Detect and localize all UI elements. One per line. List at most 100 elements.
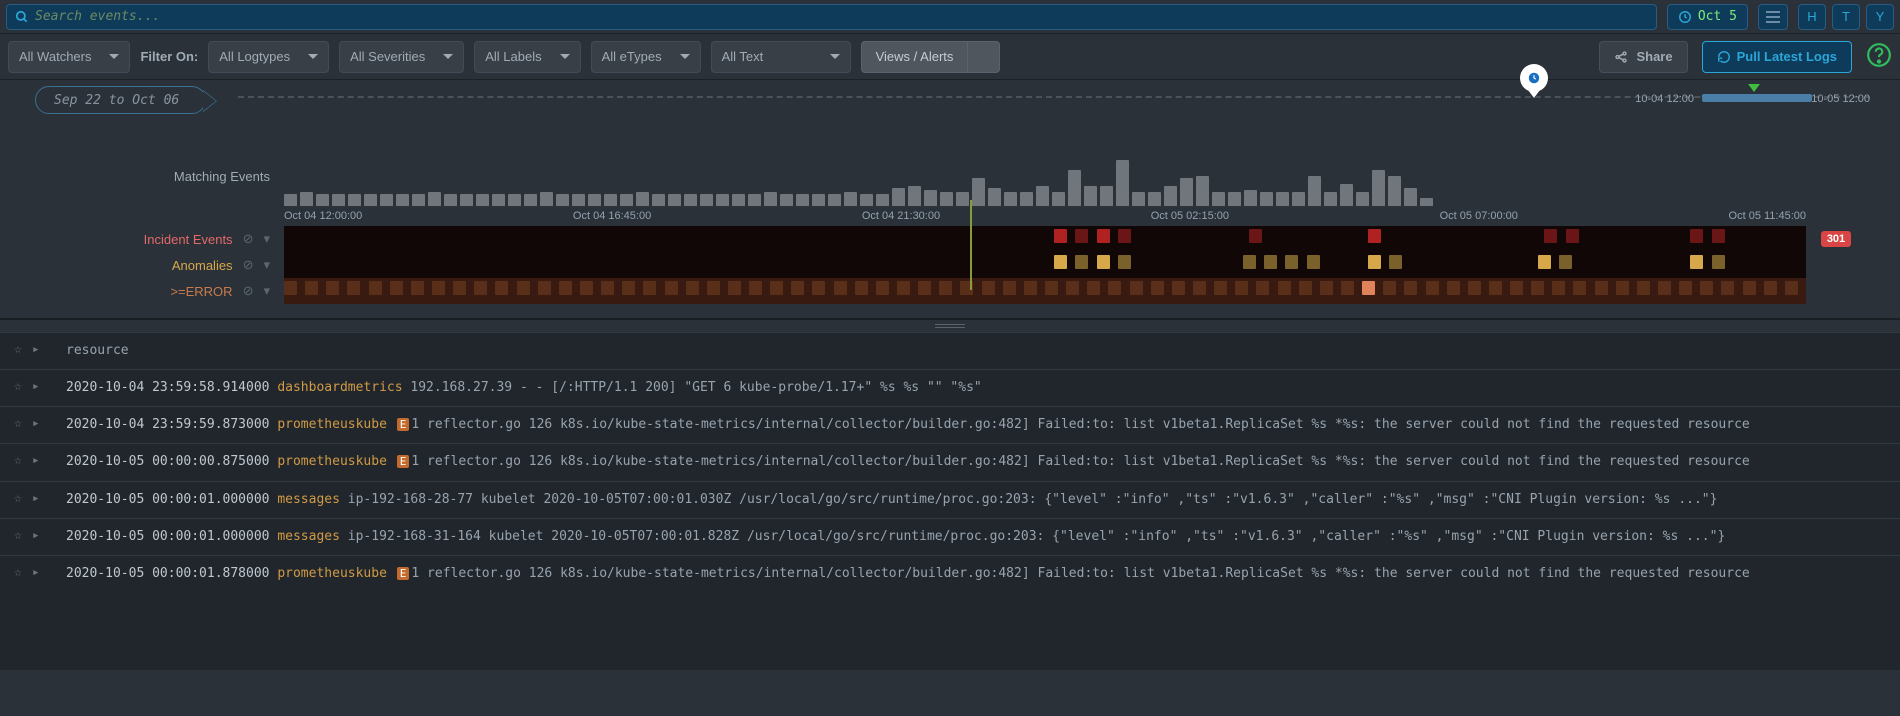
error-cell[interactable] [495, 281, 508, 295]
event-bar[interactable] [412, 194, 425, 206]
event-bar[interactable] [1420, 198, 1433, 206]
views-alerts-caret[interactable] [968, 41, 1000, 73]
filter-icon[interactable]: ▾ [263, 257, 270, 273]
text-select[interactable]: All Text [711, 41, 851, 73]
error-cell[interactable] [369, 281, 382, 295]
error-cell[interactable] [1658, 281, 1671, 295]
event-bar[interactable] [940, 192, 953, 206]
error-cell[interactable] [686, 281, 699, 295]
event-bar[interactable] [380, 194, 393, 206]
event-bar[interactable] [284, 194, 297, 206]
logtypes-select[interactable]: All Logtypes [208, 41, 329, 73]
event-bar[interactable] [1372, 170, 1385, 206]
error-cell[interactable] [517, 281, 530, 295]
event-bar[interactable] [1148, 192, 1161, 206]
incident-cell[interactable] [1544, 229, 1557, 243]
event-bar[interactable] [828, 194, 841, 206]
error-cell[interactable] [1193, 281, 1206, 295]
event-bar[interactable] [700, 194, 713, 206]
event-bar[interactable] [988, 188, 1001, 206]
error-cell[interactable] [1468, 281, 1481, 295]
minimap-track[interactable]: 10-04 12:00 10-05 12:00 [238, 96, 1870, 104]
event-bar[interactable] [1196, 176, 1209, 206]
date-picker[interactable]: Oct 5 [1667, 4, 1748, 30]
error-cell[interactable] [876, 281, 889, 295]
error-track[interactable] [284, 278, 1806, 304]
error-cell[interactable] [1489, 281, 1502, 295]
error-cell[interactable] [390, 281, 403, 295]
error-cell[interactable] [305, 281, 318, 295]
help-button[interactable] [1866, 42, 1892, 71]
expand-icon[interactable]: ▸ [32, 416, 40, 431]
expand-icon[interactable]: ▸ [32, 342, 40, 357]
event-bar[interactable] [1068, 170, 1081, 206]
error-cell[interactable] [1108, 281, 1121, 295]
error-cell[interactable] [453, 281, 466, 295]
anomaly-cell[interactable] [1307, 255, 1320, 269]
event-bar[interactable] [588, 194, 601, 206]
event-bar[interactable] [924, 190, 937, 206]
event-bar[interactable] [1100, 186, 1113, 206]
error-cell[interactable] [1320, 281, 1333, 295]
anomaly-cell[interactable] [1712, 255, 1725, 269]
log-row[interactable]: ☆▸2020-10-05 00:00:01.000000 messages ip… [0, 481, 1900, 518]
error-cell[interactable] [1700, 281, 1713, 295]
event-bar[interactable] [668, 194, 681, 206]
event-bar[interactable] [572, 194, 585, 206]
hint-bubble[interactable] [1520, 64, 1548, 92]
quick-btn-h[interactable]: H [1798, 4, 1826, 30]
event-bar[interactable] [396, 194, 409, 206]
error-cell[interactable] [1510, 281, 1523, 295]
error-cell[interactable] [1235, 281, 1248, 295]
pull-latest-logs-button[interactable]: Pull Latest Logs [1702, 41, 1852, 73]
error-cell[interactable] [580, 281, 593, 295]
anomaly-cell[interactable] [1538, 255, 1551, 269]
incident-cell[interactable] [1712, 229, 1725, 243]
expand-icon[interactable]: ▸ [32, 379, 40, 394]
event-bar[interactable] [1116, 160, 1129, 206]
views-alerts-button[interactable]: Views / Alerts [861, 41, 969, 73]
anomaly-cell[interactable] [1690, 255, 1703, 269]
event-bar[interactable] [1132, 192, 1145, 206]
error-cell[interactable] [1172, 281, 1185, 295]
anomaly-cell[interactable] [1097, 255, 1110, 269]
anomaly-cell[interactable] [1559, 255, 1572, 269]
expand-icon[interactable]: ▸ [32, 528, 40, 543]
error-cell[interactable] [1743, 281, 1756, 295]
event-bar[interactable] [492, 194, 505, 206]
error-cell[interactable] [939, 281, 952, 295]
star-icon[interactable]: ☆ [14, 528, 22, 543]
incident-track[interactable] [284, 226, 1806, 252]
error-cell[interactable] [1256, 281, 1269, 295]
event-bar[interactable] [300, 192, 313, 206]
error-cell[interactable] [326, 281, 339, 295]
error-cell[interactable] [1426, 281, 1439, 295]
anomaly-cell[interactable] [1118, 255, 1131, 269]
severities-select[interactable]: All Severities [339, 41, 464, 73]
event-bar[interactable] [1244, 190, 1257, 206]
event-bar[interactable] [1324, 192, 1337, 206]
error-cell[interactable] [1404, 281, 1417, 295]
event-bar[interactable] [716, 194, 729, 206]
incident-cell[interactable] [1097, 229, 1110, 243]
error-cell[interactable] [559, 281, 572, 295]
event-bar[interactable] [508, 194, 521, 206]
disable-icon[interactable]: ⊘ [243, 283, 254, 299]
anomaly-cell[interactable] [1243, 255, 1256, 269]
error-cell[interactable] [1531, 281, 1544, 295]
anomaly-cell[interactable] [1054, 255, 1067, 269]
log-row[interactable]: ☆▸2020-10-05 00:00:00.875000 prometheusk… [0, 443, 1900, 480]
log-row[interactable]: ☆▸2020-10-05 00:00:01.000000 messages ip… [0, 518, 1900, 555]
event-bar[interactable] [812, 194, 825, 206]
error-cell[interactable] [1383, 281, 1396, 295]
anomaly-cell[interactable] [1285, 255, 1298, 269]
resize-grip[interactable] [0, 320, 1900, 332]
event-bar[interactable] [1308, 176, 1321, 206]
search-box[interactable] [6, 4, 1657, 30]
error-cell[interactable] [1616, 281, 1629, 295]
event-bar[interactable] [1020, 192, 1033, 206]
event-bar[interactable] [1260, 192, 1273, 206]
error-cell[interactable] [834, 281, 847, 295]
event-bar[interactable] [780, 194, 793, 206]
error-cell[interactable] [1066, 281, 1079, 295]
